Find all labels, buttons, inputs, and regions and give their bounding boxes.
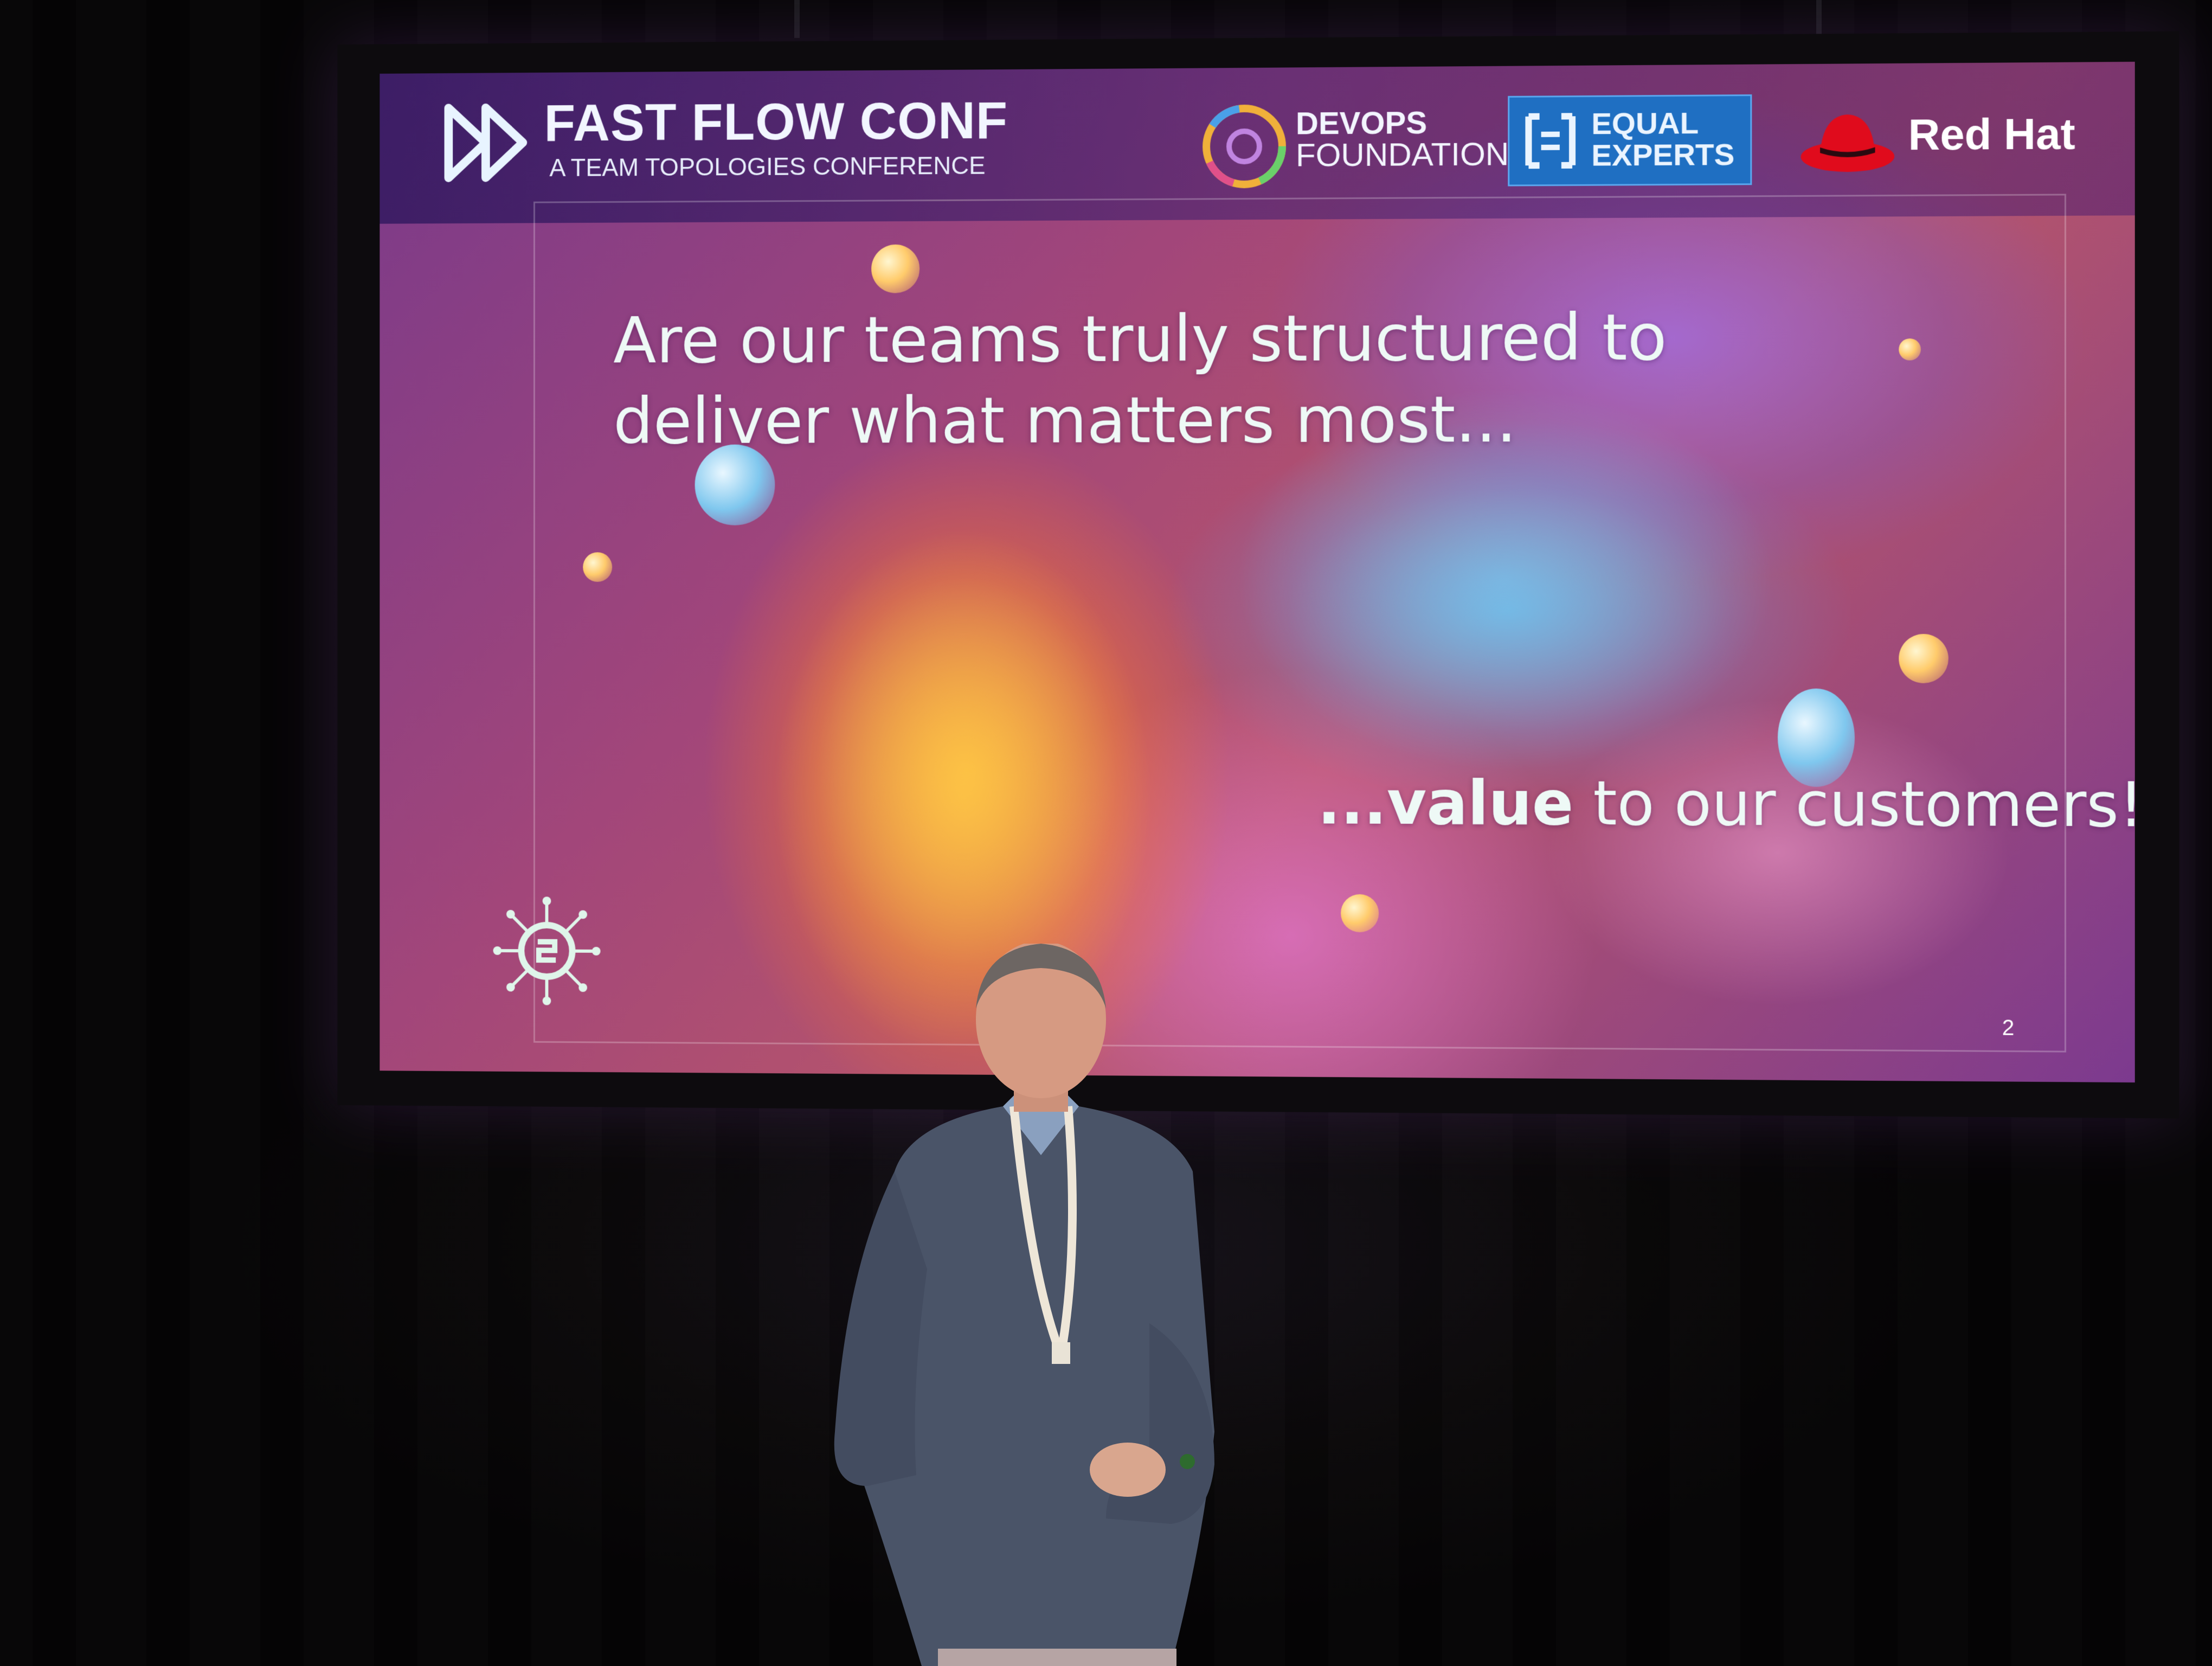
slide-headline-line1: Are our teams truly structured to [613, 299, 1667, 377]
slide-headline-line2: deliver what matters most... [613, 382, 1516, 458]
red-hat-logo-text: Red Hat [1908, 109, 2075, 161]
glowing-orb [1341, 894, 1379, 932]
equal-experts-text: EQUAL EXPERTS [1591, 107, 1734, 171]
projection-screen: FAST FLOW CONF A TEAM TOPOLOGIES CONFERE… [380, 62, 2134, 1082]
rigging-cable-left [794, 0, 800, 38]
devops-foundation-logo: DEVOPS FOUNDATION [1296, 107, 1509, 171]
circuit-logo-icon [491, 894, 603, 1008]
glowing-orb [871, 245, 919, 293]
glowing-orb [1899, 338, 1921, 360]
slide-closing-prefix: ... [1317, 767, 1387, 838]
conference-name: FAST FLOW CONF [544, 91, 1008, 153]
rigging-cable-right [1816, 0, 1822, 38]
equal-experts-line1: EQUAL [1591, 107, 1734, 139]
slide-closing-rest: to our customers! [1573, 768, 2134, 841]
equal-experts-line2: EXPERTS [1591, 139, 1734, 171]
conference-tagline: A TEAM TOPOLOGIES CONFERENCE [549, 151, 985, 182]
slide-closing-line: ...value to our customers! [1317, 767, 2135, 841]
devops-foundation-line2: FOUNDATION [1296, 138, 1509, 171]
equal-experts-icon [1520, 111, 1580, 171]
slide-closing-emphasis: value [1387, 768, 1573, 839]
fast-forward-icon [443, 102, 533, 183]
red-hat-fedora-icon [1798, 104, 1898, 176]
glowing-orb [1899, 634, 1949, 683]
glowing-orb [583, 552, 612, 582]
devops-foundation-line1: DEVOPS [1296, 107, 1509, 140]
slide-page-number: 2 [2002, 1016, 2015, 1041]
devops-foundation-icon [1198, 100, 1290, 193]
equal-experts-logo: EQUAL EXPERTS [1508, 94, 1752, 186]
speaker [824, 944, 1258, 1666]
projection-screen-frame: FAST FLOW CONF A TEAM TOPOLOGIES CONFERE… [337, 31, 2179, 1119]
